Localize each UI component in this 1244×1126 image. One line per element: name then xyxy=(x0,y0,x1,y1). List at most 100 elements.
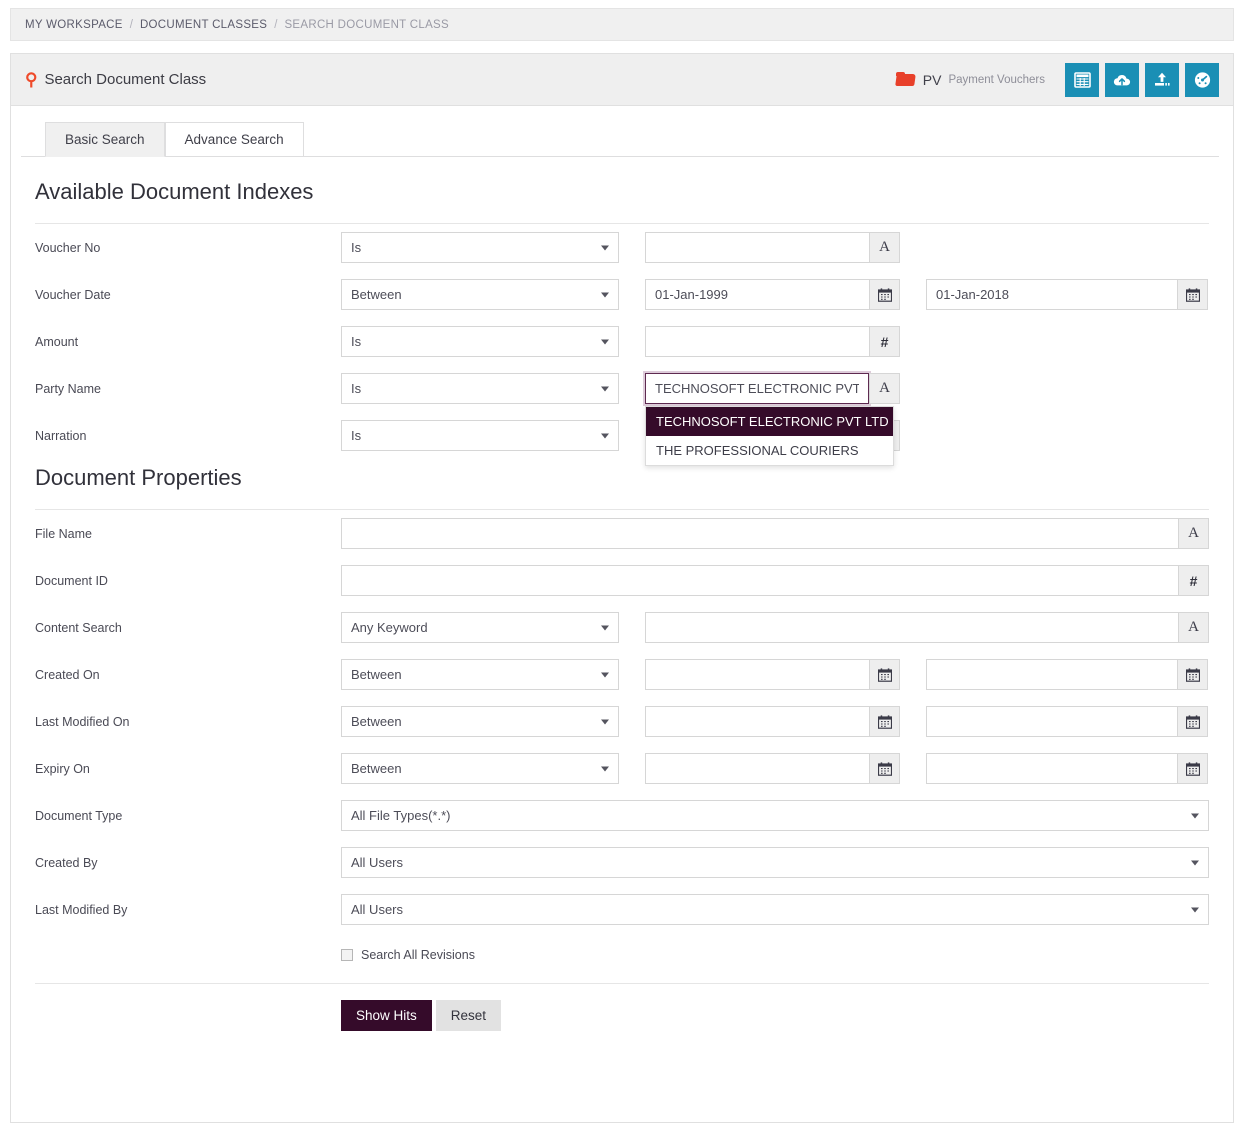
document-type-select-value: All File Types(*.*) xyxy=(351,808,451,823)
label-party-name: Party Name xyxy=(35,381,101,396)
label-voucher-no: Voucher No xyxy=(35,240,101,255)
number-type-addon-document-id[interactable]: # xyxy=(1178,565,1209,596)
operator-select-amount[interactable]: Is xyxy=(341,326,619,357)
value-input-document-id[interactable] xyxy=(341,565,1178,596)
value-group-content-search: A xyxy=(645,612,1209,643)
letter-a-icon: A xyxy=(879,380,890,396)
created-by-select[interactable]: All Users xyxy=(341,847,1209,878)
label-last-modified-by: Last Modified By xyxy=(35,902,128,917)
calendar-icon xyxy=(877,667,892,682)
value-input-created-on-from[interactable] xyxy=(645,659,869,690)
value-input-voucher-date-to[interactable] xyxy=(926,279,1177,310)
calendar-icon-button-expiry-on-from[interactable] xyxy=(869,753,900,784)
reset-button[interactable]: Reset xyxy=(435,999,502,1031)
operator-select-party-name-value: Is xyxy=(351,381,362,396)
tab-advance-search[interactable]: Advance Search xyxy=(164,122,304,157)
value-group-last-modified-on-to xyxy=(926,706,1208,737)
value-input-content-search[interactable] xyxy=(645,612,1178,643)
chevron-down-icon xyxy=(1191,907,1199,912)
value-input-expiry-on-to[interactable] xyxy=(926,753,1177,784)
calendar-icon-button-created-on-from[interactable] xyxy=(869,659,900,690)
value-input-file-name[interactable] xyxy=(341,518,1178,549)
operator-select-narration[interactable]: Is xyxy=(341,420,619,451)
calendar-icon-button-created-on-to[interactable] xyxy=(1177,659,1208,690)
field-row-content-search: Content Search Any Keyword A xyxy=(35,604,1209,651)
value-input-last-modified-on-to[interactable] xyxy=(926,706,1177,737)
label-content-search: Content Search xyxy=(35,620,122,635)
value-group-created-on-to xyxy=(926,659,1208,690)
label-created-on: Created On xyxy=(35,667,100,682)
search-all-revisions-checkbox[interactable] xyxy=(341,949,353,961)
grid-icon-button[interactable] xyxy=(1065,62,1099,97)
breadcrumb: MY WORKSPACE / DOCUMENT CLASSES / SEARCH… xyxy=(10,8,1234,41)
calendar-icon xyxy=(877,714,892,729)
hash-icon: # xyxy=(880,333,889,350)
value-input-voucher-date-from[interactable] xyxy=(645,279,869,310)
operator-select-content-search-value: Any Keyword xyxy=(351,620,428,635)
operator-select-voucher-no-value: Is xyxy=(351,240,362,255)
operator-select-party-name[interactable]: Is xyxy=(341,373,619,404)
field-row-document-id: Document ID # xyxy=(35,557,1209,604)
chevron-down-icon xyxy=(1191,860,1199,865)
calendar-icon-button-from[interactable] xyxy=(869,279,900,310)
calendar-icon xyxy=(877,761,892,776)
document-type-select[interactable]: All File Types(*.*) xyxy=(341,800,1209,831)
search-all-revisions-label: Search All Revisions xyxy=(361,948,475,962)
value-input-voucher-no[interactable] xyxy=(645,232,869,263)
label-narration: Narration xyxy=(35,428,87,443)
document-class-abbr: PV xyxy=(922,71,942,88)
number-type-addon-amount[interactable]: # xyxy=(869,326,900,357)
field-row-last-modified-on: Last Modified On Between xyxy=(35,698,1209,745)
value-group-voucher-date-from xyxy=(645,279,900,310)
calendar-icon xyxy=(1185,714,1200,729)
chevron-down-icon xyxy=(601,292,609,297)
tab-advance-search-label: Advance Search xyxy=(184,132,284,147)
calendar-icon-button-to[interactable] xyxy=(1177,279,1208,310)
calendar-icon-button-last-modified-on-from[interactable] xyxy=(869,706,900,737)
operator-select-last-modified-on[interactable]: Between xyxy=(341,706,619,737)
chevron-down-icon xyxy=(601,672,609,677)
value-input-last-modified-on-from[interactable] xyxy=(645,706,869,737)
value-input-expiry-on-from[interactable] xyxy=(645,753,869,784)
value-input-amount[interactable] xyxy=(645,326,869,357)
last-modified-by-select[interactable]: All Users xyxy=(341,894,1209,925)
value-group-expiry-on-from xyxy=(645,753,900,784)
label-voucher-date: Voucher Date xyxy=(35,287,111,302)
operator-select-voucher-date[interactable]: Between xyxy=(341,279,619,310)
breadcrumb-item-my-workspace[interactable]: MY WORKSPACE xyxy=(25,19,123,31)
calendar-icon-button-expiry-on-to[interactable] xyxy=(1177,753,1208,784)
operator-select-created-on[interactable]: Between xyxy=(341,659,619,690)
cloud-upload-icon-button[interactable] xyxy=(1105,62,1139,97)
chevron-down-icon xyxy=(601,433,609,438)
operator-select-expiry-on[interactable]: Between xyxy=(341,753,619,784)
dashboard-icon-button[interactable] xyxy=(1185,62,1219,97)
upload-icon-button[interactable] xyxy=(1145,62,1179,97)
calendar-icon-button-last-modified-on-to[interactable] xyxy=(1177,706,1208,737)
show-hits-button[interactable]: Show Hits xyxy=(341,999,432,1031)
breadcrumb-item-document-classes[interactable]: DOCUMENT CLASSES xyxy=(140,19,267,31)
value-group-document-id: # xyxy=(341,565,1209,596)
autocomplete-option-professional-couriers[interactable]: THE PROFESSIONAL COURIERS xyxy=(646,436,893,465)
text-type-addon-voucher-no[interactable]: A xyxy=(869,232,900,263)
section-title-properties: Document Properties xyxy=(35,465,1209,510)
document-class-name: Payment Vouchers xyxy=(948,73,1045,86)
chevron-down-icon xyxy=(601,766,609,771)
text-type-addon-file-name[interactable]: A xyxy=(1178,518,1209,549)
folder-icon xyxy=(895,72,916,87)
search-icon: ⚲ xyxy=(25,70,38,89)
label-document-type: Document Type xyxy=(35,808,123,823)
autocomplete-option-technosoft[interactable]: TECHNOSOFT ELECTRONIC PVT LTD xyxy=(646,407,893,436)
calendar-icon xyxy=(1185,761,1200,776)
chevron-down-icon xyxy=(601,245,609,250)
tab-basic-search[interactable]: Basic Search xyxy=(45,122,165,157)
field-row-expiry-on: Expiry On Between xyxy=(35,745,1209,792)
value-input-party-name[interactable] xyxy=(643,371,871,406)
operator-select-content-search[interactable]: Any Keyword xyxy=(341,612,619,643)
letter-a-icon: A xyxy=(879,239,890,255)
operator-select-voucher-no[interactable]: Is xyxy=(341,232,619,263)
text-type-addon-content-search[interactable]: A xyxy=(1178,612,1209,643)
label-amount: Amount xyxy=(35,334,79,349)
text-type-addon-party-name[interactable]: A xyxy=(869,373,900,404)
value-input-created-on-to[interactable] xyxy=(926,659,1177,690)
form-content: Available Document Indexes Voucher No Is… xyxy=(11,179,1233,1046)
